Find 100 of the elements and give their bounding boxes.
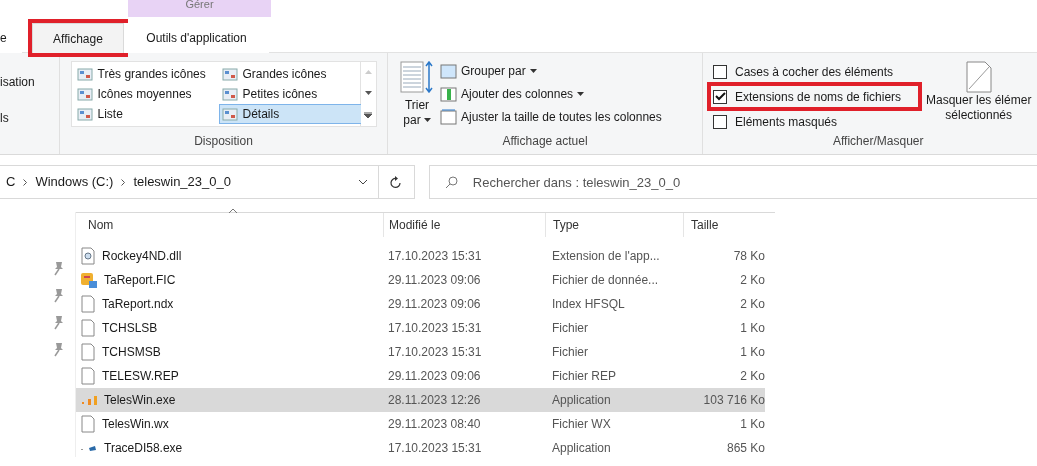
scroll-down-icon[interactable]	[364, 91, 372, 95]
table-cell-text: 28.11.2023 12:26	[387, 392, 482, 409]
sort-up-icon	[228, 208, 238, 214]
table-cell-text: 2 Ko	[739, 296, 765, 313]
table-cell-text: 17.10.2023 15:31	[387, 248, 483, 265]
table-cell-text: Fichier	[551, 320, 589, 337]
checkmark-icon	[714, 92, 726, 101]
breadcrumb[interactable]: Windows (C:)	[35, 172, 114, 192]
file-name: TCHSMSB	[102, 344, 161, 361]
caret-icon	[423, 118, 431, 122]
view-command[interactable]: Ajuster la taille de toutes les colonnes	[440, 107, 662, 127]
file-name: TelesWin.exe	[104, 392, 176, 409]
layout-option[interactable]: Détails	[218, 104, 362, 124]
file-icon	[80, 367, 96, 385]
refresh-icon	[390, 175, 403, 189]
file-row[interactable]: Rockey4ND.dll 17.10.2023 15:31 Extension de l'app... 78 Ko	[76, 244, 765, 268]
option-checkbox[interactable]: Extensions de noms de fichiers	[711, 86, 918, 107]
file-name: TCHSLSB	[102, 320, 158, 337]
file-icon	[80, 295, 96, 313]
table-icon	[400, 61, 434, 93]
table-cell-text: Extension de l'app...	[551, 248, 661, 265]
pin-icon[interactable]	[51, 314, 64, 330]
table-cell-text: 29.11.2023 09:06	[387, 296, 482, 313]
column-header[interactable]: Taille	[683, 213, 775, 237]
file-row[interactable]: TELESW.REP 29.11.2023 09:06 Fichier REP 2 Ko	[76, 364, 765, 388]
file-name: TelesWin.wx	[102, 416, 169, 433]
column-icon	[440, 109, 457, 125]
option-checkbox[interactable]: Eléments masqués	[711, 111, 918, 132]
table-cell-text: 17.10.2023 15:31	[387, 344, 483, 361]
column-icon	[440, 86, 457, 102]
ribbon-command[interactable]: ls	[0, 109, 59, 127]
view-icon	[76, 87, 93, 101]
option-checkbox[interactable]: Cases à cocher des éléments	[711, 61, 918, 82]
file-name: TaReport.FIC	[104, 272, 176, 289]
table-cell-text: 78 Ko	[732, 248, 765, 265]
file-icon	[80, 319, 96, 337]
app-icon	[81, 445, 97, 451]
caret-icon	[577, 92, 585, 96]
pin-icon[interactable]	[51, 260, 64, 276]
contextual-tab-group: Gérer	[128, 0, 271, 17]
ribbon-tab[interactable]: Outils d'application	[124, 23, 269, 53]
dropdown-icon[interactable]	[357, 179, 368, 185]
view-icon	[76, 107, 93, 121]
breadcrumb[interactable]: C	[6, 172, 16, 192]
pin-icon[interactable]	[51, 287, 64, 303]
hide-selected-button[interactable]: Masquer les élémer sélectionnés	[926, 61, 1032, 132]
table-cell-text: Fichier WX	[551, 416, 612, 433]
file-name: Rockey4ND.dll	[102, 248, 182, 265]
column-icon	[440, 63, 457, 79]
breadcrumb[interactable]: teleswin_23_0_0	[133, 172, 231, 192]
layout-option[interactable]: Icônes moyennes	[73, 84, 219, 104]
table-cell-text: 2 Ko	[739, 368, 765, 385]
table-cell-text: 29.11.2023 09:06	[387, 272, 482, 289]
file-row[interactable]: TCHSMSB 17.10.2023 15:31 Fichier 1 Ko	[76, 340, 765, 364]
layout-option[interactable]: Petites icônes	[218, 84, 362, 104]
layout-option[interactable]: Grandes icônes	[218, 64, 362, 84]
table-cell-text: Fichier	[551, 344, 589, 361]
file-row[interactable]: TaReport.ndx 29.11.2023 09:06 Index HFSQL 2 Ko	[76, 292, 765, 316]
table-cell-text: Index HFSQL	[551, 296, 626, 313]
page-icon	[964, 61, 993, 93]
chevron-icon	[23, 178, 28, 186]
table-cell-text: 17.10.2023 15:31	[387, 440, 483, 457]
column-header[interactable]: Nom	[76, 213, 383, 237]
file-icon	[80, 343, 96, 361]
address-bar[interactable]: C Windows (C:) teleswin_23_0_0	[0, 165, 379, 199]
pin-icon[interactable]	[51, 341, 64, 357]
expand-gallery-icon[interactable]	[364, 111, 372, 118]
file-name: TraceDI58.exe	[104, 440, 183, 457]
search-field[interactable]: Rechercher dans : teleswin_23_0_0	[428, 165, 1037, 199]
ribbon-command[interactable]: isation	[0, 73, 59, 91]
table-cell-text: 2 Ko	[739, 272, 765, 289]
file-row[interactable]: TraceDI58.exe 17.10.2023 15:31 Application 865 Ko	[76, 436, 765, 460]
refresh-button[interactable]	[378, 165, 415, 199]
view-command[interactable]: Ajouter des colonnes	[440, 84, 662, 104]
column-header[interactable]: Modifié le	[383, 213, 545, 237]
column-header[interactable]: Type	[545, 213, 683, 237]
group-label: Disposition	[194, 133, 253, 150]
file-row[interactable]: TCHSLSB 17.10.2023 15:31 Fichier 1 Ko	[76, 316, 765, 340]
table-cell-text: 1 Ko	[739, 344, 765, 361]
table-cell-text: Application	[551, 440, 612, 457]
group-label: Affichage actuel	[502, 133, 588, 150]
table-cell-text: 1 Ko	[739, 416, 765, 433]
layout-option[interactable]: Très grandes icônes	[73, 64, 219, 84]
table-cell-text: 1 Ko	[739, 320, 765, 337]
file-name: TELESW.REP	[102, 368, 179, 385]
file-row[interactable]: TelesWin.exe 28.11.2023 12:26 Application 103 716 Ko	[76, 388, 765, 412]
caret-icon	[529, 69, 537, 73]
sort-button[interactable]: Trier par	[398, 61, 436, 127]
view-icon	[221, 107, 238, 121]
view-icon	[221, 67, 238, 81]
table-cell-text: 865 Ko	[725, 440, 765, 457]
table-cell-text: Fichier de donnée...	[551, 272, 660, 289]
layout-option[interactable]: Liste	[73, 104, 219, 124]
group-label: Afficher/Masquer	[833, 133, 925, 150]
table-cell-text: 29.11.2023 09:06	[387, 368, 482, 385]
file-row[interactable]: TelesWin.wx 29.11.2023 08:40 Fichier WX 1 Ko	[76, 412, 765, 436]
table-cell-text: 29.11.2023 08:40	[387, 416, 482, 433]
view-command[interactable]: Grouper par	[440, 61, 662, 81]
file-row[interactable]: TaReport.FIC 29.11.2023 09:06 Fichier de donnée... 2 Ko	[76, 268, 765, 292]
table-cell-text: Application	[551, 392, 612, 409]
